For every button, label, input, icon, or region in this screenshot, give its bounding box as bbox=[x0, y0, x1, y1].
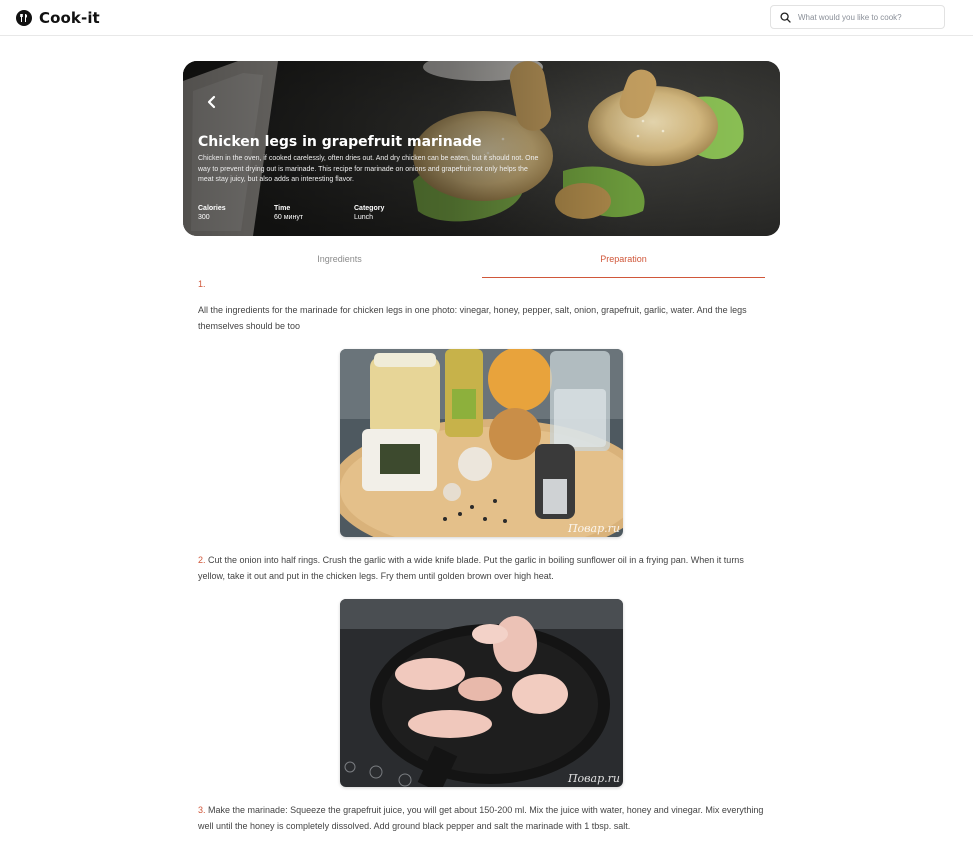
step-number: 2. bbox=[198, 555, 206, 565]
step-text: All the ingredients for the marinade for… bbox=[198, 305, 747, 331]
category-label: Category bbox=[354, 205, 385, 212]
calories-value: 300 bbox=[198, 214, 210, 221]
search-input[interactable] bbox=[798, 12, 938, 22]
recipe-description: Chicken in the oven, if cooked carelessl… bbox=[198, 155, 539, 183]
ingredients-photo bbox=[340, 349, 623, 537]
search-box[interactable] bbox=[770, 5, 945, 29]
calories-label: Calories bbox=[198, 205, 226, 212]
tab-preparation[interactable]: Preparation bbox=[482, 250, 765, 278]
calories-stat: Calories 300 bbox=[198, 204, 226, 222]
chevron-left-icon bbox=[207, 95, 216, 109]
fork-knife-icon bbox=[16, 10, 32, 26]
time-stat: Time 60 минут bbox=[274, 204, 303, 222]
tab-ingredients[interactable]: Ingredients bbox=[198, 250, 481, 277]
search-icon bbox=[779, 11, 791, 23]
step-body: Make the marinade: Squeeze the grapefrui… bbox=[198, 805, 764, 831]
step-photo: Повар.ru bbox=[340, 599, 623, 787]
photo-watermark: Повар.ru bbox=[567, 772, 620, 785]
logo[interactable]: Cook-it bbox=[16, 9, 100, 27]
time-label: Time bbox=[274, 205, 291, 212]
back-button[interactable] bbox=[203, 93, 221, 111]
recipe-hero: Chicken legs in grapefruit marinade Chic… bbox=[183, 61, 780, 236]
photo-watermark: Повар.ru bbox=[567, 522, 620, 535]
step-number: 3. bbox=[198, 805, 206, 815]
category-stat: Category Lunch bbox=[354, 204, 384, 222]
step-number: 1. bbox=[198, 279, 206, 289]
time-value: 60 минут bbox=[274, 214, 304, 221]
step-text: 3. Make the marinade: Squeeze the grapef… bbox=[198, 802, 765, 834]
frying-pan-photo bbox=[340, 599, 623, 787]
step-photo: Повар.ru bbox=[340, 349, 623, 537]
step-text: 2. Cut the onion into half rings. Crush … bbox=[198, 552, 765, 584]
logo-text: Cook-it bbox=[39, 9, 100, 27]
category-value: Lunch bbox=[354, 214, 374, 221]
top-bar: Cook-it bbox=[0, 0, 973, 36]
recipe-tabs: Ingredients Preparation bbox=[198, 250, 765, 278]
step-body: Cut the onion into half rings. Crush the… bbox=[198, 555, 744, 581]
recipe-title: Chicken legs in grapefruit marinade bbox=[198, 134, 482, 150]
